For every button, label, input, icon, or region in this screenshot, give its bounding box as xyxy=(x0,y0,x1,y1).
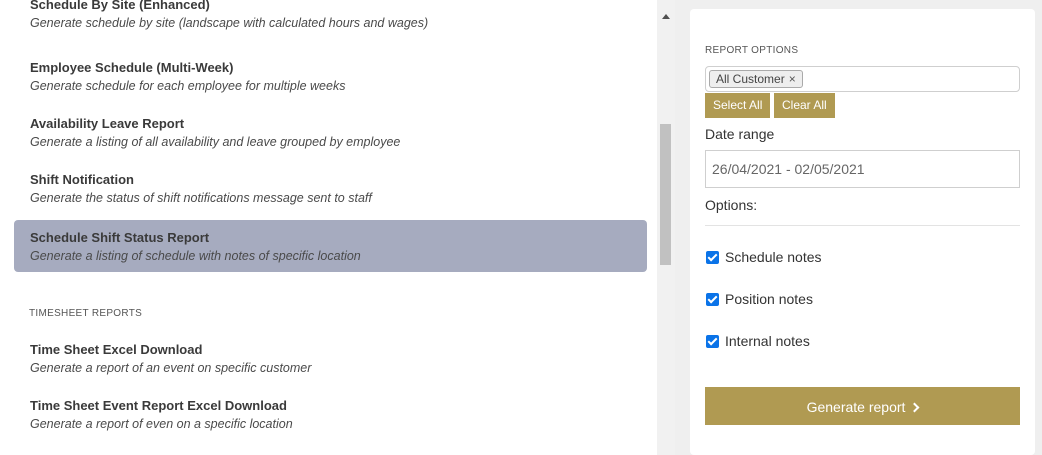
report-description: Generate a report of an event on specifi… xyxy=(30,361,312,375)
report-description: Generate the status of shift notificatio… xyxy=(30,191,372,205)
report-item-timesheet-excel[interactable]: Time Sheet Excel Download Generate a rep… xyxy=(14,332,647,384)
report-title: Employee Schedule (Multi-Week) xyxy=(30,60,234,75)
chevron-right-icon xyxy=(909,402,920,413)
customer-tag-label: All Customer xyxy=(716,72,785,86)
report-title: Time Sheet Excel Download xyxy=(30,342,203,357)
date-range-label: Date range xyxy=(705,126,775,142)
report-title: Schedule By Site (Enhanced) xyxy=(30,0,210,12)
report-description: Generate schedule by site (landscape wit… xyxy=(30,16,429,30)
report-title: Shift Notification xyxy=(30,172,134,187)
position-notes-checkbox[interactable] xyxy=(706,293,719,306)
report-title: Schedule Shift Status Report xyxy=(30,230,210,245)
generate-report-label: Generate report xyxy=(806,399,906,415)
schedule-notes-checkbox[interactable] xyxy=(706,251,719,264)
date-range-input[interactable] xyxy=(705,150,1020,188)
report-description: Generate schedule for each employee for … xyxy=(30,79,346,93)
scroll-up-icon[interactable] xyxy=(662,14,670,19)
scrollbar[interactable] xyxy=(657,0,675,455)
scroll-thumb[interactable] xyxy=(660,124,671,265)
report-item-schedule-by-site[interactable]: Schedule By Site (Enhanced) Generate sch… xyxy=(14,0,647,39)
report-title: Availability Leave Report xyxy=(30,116,185,131)
checkbox-label: Schedule notes xyxy=(725,249,822,265)
select-all-button[interactable]: Select All xyxy=(705,93,771,118)
report-list-panel: Schedule By Site (Enhanced) Generate sch… xyxy=(0,0,657,455)
checkbox-label: Position notes xyxy=(725,291,813,307)
report-options-heading: REPORT OPTIONS xyxy=(705,45,799,56)
internal-notes-checkbox[interactable] xyxy=(706,335,719,348)
report-title: Time Sheet Event Report Excel Download xyxy=(30,398,287,413)
timesheet-section-heading: TIMESHEET REPORTS xyxy=(29,308,143,319)
report-item-shift-notification[interactable]: Shift Notification Generate the status o… xyxy=(14,162,647,214)
report-description: Generate a listing of schedule with note… xyxy=(30,249,361,263)
clear-all-button[interactable]: Clear All xyxy=(774,93,835,118)
close-icon[interactable]: × xyxy=(789,72,796,86)
report-item-timesheet-event-excel[interactable]: Time Sheet Event Report Excel Download G… xyxy=(14,388,647,440)
customer-tag-input[interactable]: All Customer × xyxy=(705,66,1020,92)
divider xyxy=(705,225,1020,226)
report-item-availability-leave[interactable]: Availability Leave Report Generate a lis… xyxy=(14,106,647,158)
options-label: Options: xyxy=(705,197,758,213)
report-item-employee-schedule[interactable]: Employee Schedule (Multi-Week) Generate … xyxy=(14,50,647,102)
customer-tag: All Customer × xyxy=(709,70,803,88)
report-description: Generate a report of even on a specific … xyxy=(30,417,293,431)
generate-report-button[interactable]: Generate report xyxy=(705,387,1020,425)
report-description: Generate a listing of all availability a… xyxy=(30,135,401,149)
checkbox-label: Internal notes xyxy=(725,333,810,349)
report-options-panel: REPORT OPTIONS All Customer × Select All … xyxy=(690,9,1035,455)
report-item-schedule-shift-status[interactable]: Schedule Shift Status Report Generate a … xyxy=(14,220,647,272)
